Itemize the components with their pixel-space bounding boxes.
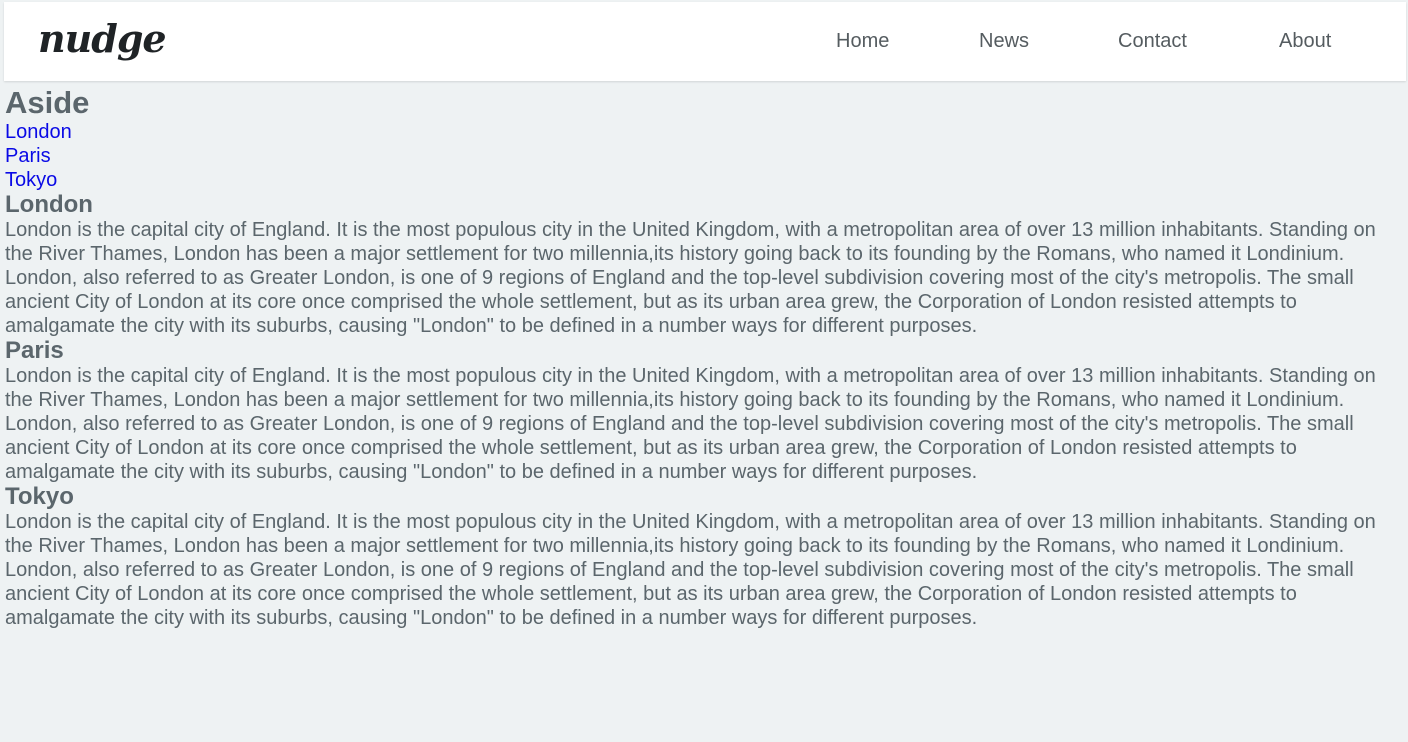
aside-links: London Paris Tokyo <box>5 120 1405 192</box>
section-paragraph: London, also referred to as Greater Lond… <box>5 559 1354 629</box>
nav-news-link[interactable]: News <box>979 29 1029 53</box>
section-paris: Paris London is the capital city of Engl… <box>5 338 1405 484</box>
nav-home-link[interactable]: Home <box>836 29 889 53</box>
section-paragraph: London, also referred to as Greater Lond… <box>5 413 1354 483</box>
section-paragraph: London is the capital city of England. I… <box>5 511 1376 557</box>
section-title: Paris <box>5 337 64 364</box>
nav-about-link[interactable]: About <box>1279 29 1331 53</box>
section-tokyo: Tokyo London is the capital city of Engl… <box>5 484 1405 630</box>
aside-link-paris[interactable]: Paris <box>5 144 1405 168</box>
section-london: London London is the capital city of Eng… <box>5 192 1405 338</box>
nav-contact-link[interactable]: Contact <box>1118 29 1187 53</box>
section-paragraph: London is the capital city of England. I… <box>5 219 1376 265</box>
top-navbar: nudge Home News Contact About <box>4 2 1406 81</box>
section-paragraph: London, also referred to as Greater Lond… <box>5 267 1354 337</box>
section-paragraph: London is the capital city of England. I… <box>5 365 1376 411</box>
section-title: Tokyo <box>5 483 74 510</box>
aside-link-london[interactable]: London <box>5 120 1405 144</box>
aside-link-tokyo[interactable]: Tokyo <box>5 168 1405 192</box>
main-content: Aside London Paris Tokyo London London i… <box>5 86 1405 630</box>
aside-title: Aside <box>5 85 90 120</box>
site-logo[interactable]: nudge <box>38 12 167 66</box>
section-title: London <box>5 191 93 218</box>
aside-panel: Aside London Paris Tokyo <box>5 86 1405 192</box>
